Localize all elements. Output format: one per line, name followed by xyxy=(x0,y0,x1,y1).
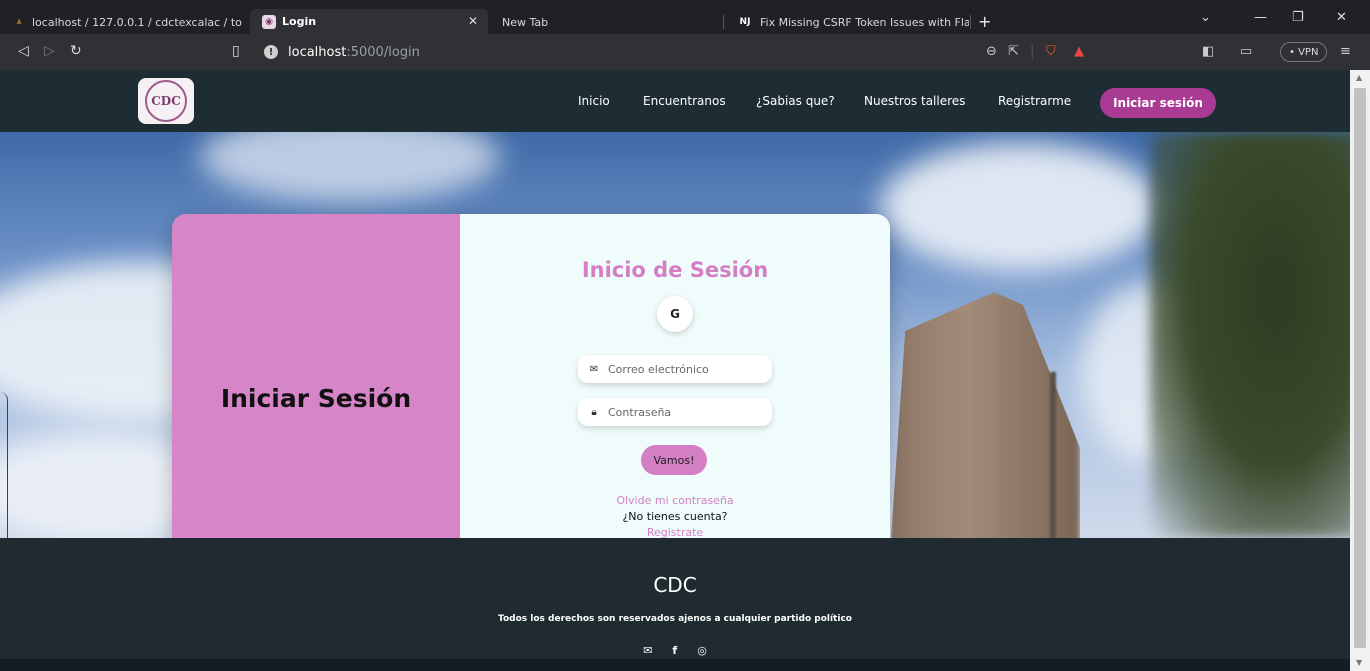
reload-icon[interactable]: ↻ xyxy=(70,43,82,59)
password-input[interactable] xyxy=(608,405,758,419)
tab-separator xyxy=(970,15,971,29)
lamp-post-image xyxy=(1050,372,1056,538)
bookmark-icon[interactable]: ▯ xyxy=(232,43,240,59)
footer-brand: CDC xyxy=(653,573,697,597)
tab-new[interactable]: New Tab xyxy=(490,10,720,34)
site-info-icon[interactable]: ! xyxy=(264,45,278,59)
instagram-icon[interactable]: ◎ xyxy=(697,644,707,657)
phpmyadmin-icon: ⩓ xyxy=(16,17,22,27)
logo-emblem: CDC xyxy=(145,80,187,122)
tab-title: Fix Missing CSRF Token Issues with Fla xyxy=(760,15,969,29)
email-input[interactable] xyxy=(608,362,758,376)
nav-link-encuentranos[interactable]: Encuentranos xyxy=(643,94,726,108)
google-icon: G xyxy=(670,307,680,321)
scroll-up-icon[interactable]: ▲ xyxy=(1356,73,1362,82)
password-field[interactable]: 🔒︎ xyxy=(578,398,772,426)
tree-image xyxy=(1150,132,1350,538)
brave-rewards-icon[interactable]: ▲ xyxy=(1074,44,1084,59)
zoom-icon[interactable]: ⊖ xyxy=(986,44,997,59)
footer-rights: Todos los derechos son reservados ajenos… xyxy=(498,614,852,624)
tab-strip: ⩓ localhost / 127.0.0.1 / cdctexcalac / … xyxy=(0,0,1370,34)
nav-link-inicio[interactable]: Inicio xyxy=(578,94,610,108)
page-scrollbar[interactable]: ▲ ▼ xyxy=(1350,70,1370,671)
tab-title: localhost / 127.0.0.1 / cdctexcalac / to xyxy=(32,15,242,29)
restore-icon[interactable]: ❐ xyxy=(1292,10,1304,25)
site-favicon-icon: ◉ xyxy=(262,14,276,29)
register-link[interactable]: Registrate xyxy=(460,526,890,538)
sidebar-icon[interactable]: ◧ xyxy=(1202,44,1214,59)
brave-shield-icon[interactable]: ⛉ xyxy=(1046,44,1056,59)
share-icon[interactable]: ⇱ xyxy=(1008,44,1019,59)
nav-link-sabias-que[interactable]: ¿Sabias que? xyxy=(756,94,835,108)
cloud-shape xyxy=(200,132,500,202)
logo-text: CDC xyxy=(151,94,181,108)
minimize-icon[interactable]: — xyxy=(1254,10,1267,25)
site-navbar: CDC Inicio Encuentranos ¿Sabias que? Nue… xyxy=(0,70,1350,132)
cloud-shape xyxy=(880,142,1160,272)
site-logo[interactable]: CDC xyxy=(138,78,194,124)
vpn-button[interactable]: • VPN xyxy=(1280,42,1328,62)
url-path: :5000/login xyxy=(346,44,420,60)
tab-csrf[interactable]: NJ Fix Missing CSRF Token Issues with Fl… xyxy=(724,10,969,34)
tab-login[interactable]: ◉ Login ✕ xyxy=(250,9,488,34)
lock-icon: 🔒︎ xyxy=(591,406,597,418)
tab-phpmyadmin[interactable]: ⩓ localhost / 127.0.0.1 / cdctexcalac / … xyxy=(0,10,248,34)
tab-search-chevron-icon[interactable]: ⌄ xyxy=(1200,10,1211,25)
google-login-button[interactable]: G xyxy=(657,296,693,332)
page-viewport: CDC Inicio Encuentranos ¿Sabias que? Nue… xyxy=(0,70,1350,671)
email-field[interactable]: ✉ xyxy=(578,355,772,383)
menu-icon[interactable]: ≡ xyxy=(1340,44,1351,59)
footer-social: ✉ f ◎ xyxy=(0,644,1350,657)
decorative-edge xyxy=(0,392,8,538)
scrollbar-thumb[interactable] xyxy=(1354,88,1366,648)
address-bar[interactable]: ! localhost :5000/login xyxy=(258,39,990,65)
toolbar-divider: | xyxy=(1030,44,1035,59)
side-heading: Iniciar Sesión xyxy=(220,383,412,413)
submit-button[interactable]: Vamos! xyxy=(641,445,707,475)
site-footer: CDC Todos los derechos son reservados aj… xyxy=(0,538,1350,671)
mail-icon: ✉ xyxy=(589,363,599,375)
close-icon[interactable]: ✕ xyxy=(468,14,478,28)
forward-icon[interactable]: ▷ xyxy=(44,43,55,59)
nav-link-talleres[interactable]: Nuestros talleres xyxy=(864,94,965,108)
new-tab-plus-icon[interactable]: + xyxy=(978,12,991,31)
scroll-down-icon[interactable]: ▼ xyxy=(1356,658,1362,667)
forgot-password-link[interactable]: Olvide mi contraseña xyxy=(460,494,890,507)
login-side-panel: Iniciar Sesión xyxy=(172,214,460,538)
url-host: localhost xyxy=(288,44,347,60)
nj-favicon-icon: NJ xyxy=(739,17,751,27)
footer-bottom-bar xyxy=(0,659,1350,671)
back-icon[interactable]: ◁ xyxy=(18,43,29,59)
no-account-text: ¿No tienes cuenta? xyxy=(622,510,728,523)
nav-login-button[interactable]: Iniciar sesión xyxy=(1100,88,1216,118)
facebook-icon[interactable]: f xyxy=(672,644,677,657)
tab-title: Login xyxy=(282,15,317,28)
browser-toolbar: ◁ ▷ ↻ ▯ ! localhost :5000/login ⊖ ⇱ | ⛉ … xyxy=(0,34,1370,70)
login-card: Iniciar Sesión Inicio de Sesión G ✉ 🔒︎ xyxy=(172,214,890,538)
tab-title: New Tab xyxy=(502,15,549,29)
form-title: Inicio de Sesión xyxy=(581,258,769,282)
window-close-icon[interactable]: ✕ xyxy=(1336,10,1347,25)
nav-link-registrarme[interactable]: Registrarme xyxy=(998,94,1071,108)
mail-icon[interactable]: ✉ xyxy=(643,644,652,657)
login-form: Inicio de Sesión G ✉ 🔒︎ Vamos! Olvide mi… xyxy=(460,214,890,538)
browser-window: ⩓ localhost / 127.0.0.1 / cdctexcalac / … xyxy=(0,0,1370,671)
hero-background: Iniciar Sesión Inicio de Sesión G ✉ 🔒︎ xyxy=(0,132,1350,538)
wallet-icon[interactable]: ▭ xyxy=(1240,44,1252,59)
